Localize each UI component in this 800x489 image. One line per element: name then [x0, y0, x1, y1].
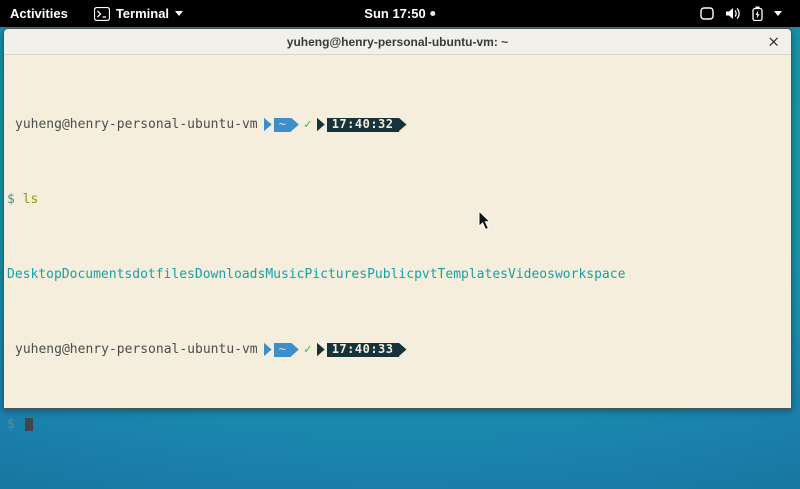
prompt-cwd-badge: ~: [274, 343, 291, 357]
chevron-down-icon: [175, 11, 183, 16]
prompt-line-2: yuheng@henry-personal-ubuntu-vm ~ ✓ 17:4…: [7, 342, 789, 357]
prompt-user-host: yuheng@henry-personal-ubuntu-vm: [15, 342, 258, 357]
powerline-arrow-icon: [264, 343, 272, 357]
directory-name: dotfiles: [132, 267, 195, 282]
directory-name: Videos: [508, 267, 555, 282]
clock-button[interactable]: Sun 17:50: [364, 6, 435, 21]
close-button[interactable]: ×: [767, 34, 780, 49]
chevron-down-icon: [774, 11, 782, 16]
system-status-area[interactable]: [700, 0, 782, 27]
prompt-line-1: yuheng@henry-personal-ubuntu-vm ~ ✓ 17:4…: [7, 117, 789, 132]
prompt-time-badge: 17:40:33: [327, 343, 399, 357]
status-check-icon: ✓: [304, 117, 312, 132]
ls-output-line: Desktop Documents dotfiles Downloads Mus…: [7, 267, 789, 282]
directory-name: Music: [265, 267, 304, 282]
powerline-arrow-icon: [264, 118, 272, 132]
powerline-arrow-icon: [399, 343, 407, 357]
directory-name: workspace: [555, 267, 625, 282]
directory-name: Downloads: [195, 267, 265, 282]
prompt-user-host: yuheng@henry-personal-ubuntu-vm: [15, 117, 258, 132]
desktop: Activities Terminal Sun 17:50: [0, 0, 800, 489]
directory-name: pvt: [414, 267, 437, 282]
directory-name: Templates: [438, 267, 508, 282]
top-bar: Activities Terminal Sun 17:50: [0, 0, 800, 27]
text-cursor: [25, 418, 33, 431]
prompt-symbol: $: [7, 192, 15, 207]
window-title: yuheng@henry-personal-ubuntu-vm: ~: [287, 35, 508, 49]
typed-command: ls: [23, 192, 39, 207]
prompt-cwd-badge: ~: [274, 118, 291, 132]
powerline-arrow-icon: [317, 343, 325, 357]
display-icon: [700, 7, 714, 20]
mouse-pointer-icon: [478, 210, 492, 236]
status-check-icon: ✓: [304, 342, 312, 357]
window-titlebar[interactable]: yuheng@henry-personal-ubuntu-vm: ~ ×: [4, 29, 791, 55]
battery-charging-icon: [752, 6, 763, 21]
directory-name: Pictures: [304, 267, 367, 282]
prompt-symbol: $: [7, 417, 15, 432]
directory-name: Desktop: [7, 267, 62, 282]
directory-name: Public: [367, 267, 414, 282]
powerline-arrow-icon: [291, 118, 299, 132]
input-line[interactable]: $: [7, 417, 789, 432]
app-menu-label: Terminal: [116, 6, 169, 21]
notification-dot-icon: [431, 11, 436, 16]
volume-icon: [725, 7, 741, 20]
app-menu-button[interactable]: Terminal: [94, 6, 183, 21]
clock-label: Sun 17:50: [364, 6, 425, 21]
terminal-content[interactable]: yuheng@henry-personal-ubuntu-vm ~ ✓ 17:4…: [4, 55, 791, 408]
powerline-arrow-icon: [399, 118, 407, 132]
powerline-arrow-icon: [317, 118, 325, 132]
terminal-window: yuheng@henry-personal-ubuntu-vm: ~ × yuh…: [3, 28, 792, 409]
prompt-time-badge: 17:40:32: [327, 118, 399, 132]
directory-name: Documents: [62, 267, 132, 282]
command-line: $ ls: [7, 192, 789, 207]
powerline-arrow-icon: [291, 343, 299, 357]
terminal-icon: [94, 7, 110, 21]
activities-button[interactable]: Activities: [10, 6, 68, 21]
